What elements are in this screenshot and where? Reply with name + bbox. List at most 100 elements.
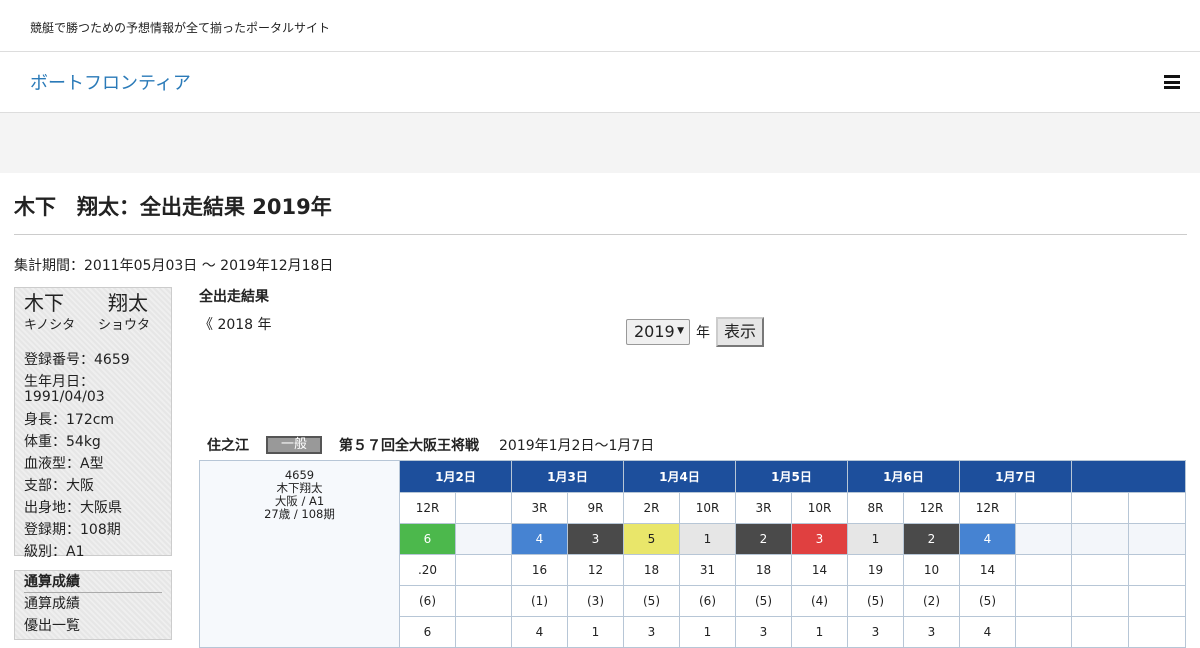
race-nos-cell [1015, 492, 1072, 524]
race-grade-badge: 一般 [266, 436, 322, 454]
finish-cell: 6 [399, 616, 456, 648]
boats-cell: 2 [903, 523, 960, 555]
day-header: 1月7日 [959, 460, 1072, 493]
hometown: 出身地：大阪県 [24, 500, 122, 516]
st-cell: 10 [903, 554, 960, 586]
racer-last-kana: キノシタ [24, 318, 76, 333]
finish-cell [455, 616, 512, 648]
year-select[interactable]: 2019 ▼ [626, 319, 690, 345]
finish-cell: 1 [567, 616, 624, 648]
st-rank-cell: (6) [679, 585, 736, 617]
day-header: 1月2日 [399, 460, 512, 493]
racer-first-name: 翔太 [108, 291, 148, 315]
st-cell [1128, 554, 1186, 586]
race-info: 住之江 一般 第５７回全大阪王将戦 2019年1月2日～1月7日 [207, 435, 654, 455]
boats-cell: 5 [623, 523, 680, 555]
day-header: 1月6日 [847, 460, 960, 493]
st-cell: 14 [959, 554, 1016, 586]
st-cell: 12 [567, 554, 624, 586]
prev-year-link[interactable]: 《 2018 年 [199, 314, 272, 334]
finish-cell: 4 [959, 616, 1016, 648]
finish-cell: 1 [791, 616, 848, 648]
year-suffix: 年 [696, 325, 710, 341]
boats-cell [1015, 523, 1072, 555]
st-cell: 16 [511, 554, 568, 586]
st-cell: 18 [623, 554, 680, 586]
st-rank-cell [1128, 585, 1186, 617]
race-nos-cell: 12R [959, 492, 1016, 524]
finish-cell [1071, 616, 1129, 648]
st-rank-cell: (5) [735, 585, 792, 617]
st-rank-cell: (5) [847, 585, 904, 617]
race-nos-cell: 3R [735, 492, 792, 524]
registration-term: 登録期：108期 [24, 522, 121, 538]
stats-link-total[interactable]: 通算成績 [24, 593, 162, 615]
race-nos-cell [455, 492, 512, 524]
st-cell: 18 [735, 554, 792, 586]
page-title: 木下 翔太：全出走結果 2019年 [14, 195, 332, 219]
finish-cell: 3 [903, 616, 960, 648]
st-rank-cell: (1) [511, 585, 568, 617]
boats-cell: 3 [567, 523, 624, 555]
race-results-table: 4659 木下翔太 大阪 / A1 27歳 / 108期 1月2日 1月3日 1… [199, 460, 1186, 648]
dropdown-arrow-icon: ▼ [677, 326, 684, 336]
st-rank-cell: (3) [567, 585, 624, 617]
st-cell: .20 [399, 554, 456, 586]
st-cell [455, 554, 512, 586]
day-header: 1月3日 [511, 460, 624, 493]
finish-cell [1015, 616, 1072, 648]
st-rank-cell: (2) [903, 585, 960, 617]
race-nos-cell: 10R [679, 492, 736, 524]
race-nos-cell: 2R [623, 492, 680, 524]
stats-heading: 通算成績 [24, 573, 162, 593]
race-nos-cell: 10R [791, 492, 848, 524]
boats-cell [1071, 523, 1129, 555]
year-select-value: 2019 [634, 322, 675, 341]
show-button[interactable]: 表示 [716, 317, 765, 347]
race-dates: 2019年1月2日～1月7日 [499, 438, 655, 454]
branch: 支部：大阪 [24, 478, 94, 494]
finish-cell: 3 [735, 616, 792, 648]
stats-link-finals[interactable]: 優出一覧 [24, 615, 162, 637]
racer-summary-cell: 4659 木下翔太 大阪 / A1 27歳 / 108期 [199, 460, 400, 648]
racer-last-name: 木下 [24, 291, 64, 315]
aggregation-period: 集計期間：2011年05月03日 ～ 2019年12月18日 [14, 258, 334, 274]
st-cell: 14 [791, 554, 848, 586]
boats-cell [1128, 523, 1186, 555]
blood-type: 血液型：A型 [24, 456, 104, 472]
boats-cell: 6 [399, 523, 456, 555]
race-nos-cell [1128, 492, 1186, 524]
race-nos-cell: 9R [567, 492, 624, 524]
site-title-link[interactable]: ボートフロンティア [30, 69, 191, 95]
racer-profile-box: 木下 翔太 キノシタ ショウタ 登録番号：4659 生年月日： 1991/04/… [14, 287, 172, 560]
st-rank-cell: (4) [791, 585, 848, 617]
title-divider [14, 234, 1187, 235]
boats-cell: 4 [511, 523, 568, 555]
st-rank-cell: (6) [399, 585, 456, 617]
height: 身長：172cm [24, 412, 115, 428]
site-tagline: 競艇で勝つための予想情報が全て揃ったポータルサイト [0, 0, 1200, 52]
st-rank-cell [1071, 585, 1129, 617]
racer-name: 木下 翔太 [24, 292, 162, 314]
st-rank-cell: (5) [959, 585, 1016, 617]
race-nos-cell: 8R [847, 492, 904, 524]
day-header: 1月4日 [623, 460, 736, 493]
finish-cell: 3 [623, 616, 680, 648]
finish-cell: 3 [847, 616, 904, 648]
race-nos-cell: 3R [511, 492, 568, 524]
race-name[interactable]: 第５７回全大阪王将戦 [339, 435, 479, 455]
finish-cell: 4 [511, 616, 568, 648]
st-rank-cell: (5) [623, 585, 680, 617]
boats-cell: 4 [959, 523, 1016, 555]
hamburger-menu-icon[interactable] [1164, 75, 1180, 89]
boats-cell: 2 [735, 523, 792, 555]
race-nos-cell [1071, 492, 1129, 524]
results-heading: 全出走結果 [199, 289, 269, 305]
st-rank-cell [1015, 585, 1072, 617]
race-nos-cell: 12R [399, 492, 456, 524]
st-cell: 19 [847, 554, 904, 586]
racer-first-kana: ショウタ [97, 318, 150, 333]
year-selector: 2019 ▼ 年 表示 [626, 317, 765, 347]
racer-kana: キノシタ ショウタ [24, 314, 162, 333]
racer-class: 級別：A1 [24, 544, 85, 560]
